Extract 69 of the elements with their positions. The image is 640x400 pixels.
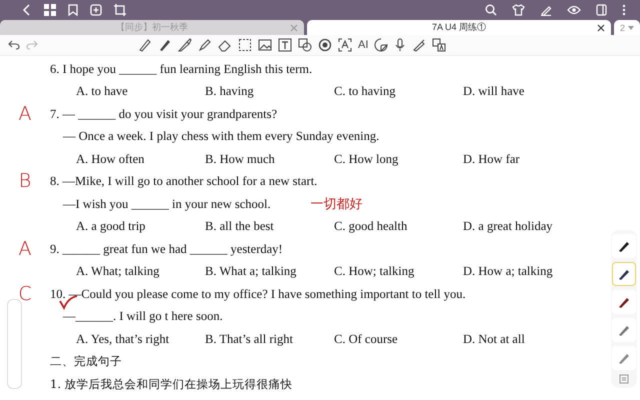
pencil-icon[interactable] [158,38,172,52]
answer-option: D. a great holiday [463,219,592,234]
handwritten-answer: B [18,172,32,192]
answer-option: B. That’s all right [205,332,334,347]
answer-option: C. to having [334,84,463,100]
answer-option: D. Not at all [463,332,592,347]
answer-option: A. How often [76,152,205,167]
sticker-icon[interactable] [374,38,388,52]
answer-option: A. a good trip [76,219,205,234]
image-icon[interactable] [258,38,272,52]
text-box-icon[interactable] [278,38,292,52]
bookmark-icon[interactable] [68,4,78,16]
handwritten-answer: A [18,104,32,124]
answer-option: A. What; talking [76,264,205,280]
fountain-pen-icon[interactable] [138,38,152,52]
answer-option: B. How much [205,152,334,167]
search-icon[interactable] [485,4,497,16]
answer-option: D. How a; talking [463,264,592,280]
answer-option: A. Yes, that’s right [76,332,205,347]
question-text: —______. I will go t here soon. [62,309,223,324]
answer-option: C. good health [334,219,463,234]
handwritten-answer: A [18,240,32,259]
answer-option: B. What a; talking [205,264,334,280]
pen-preset[interactable] [612,262,636,286]
answer-option: B. all the best [205,219,334,234]
ai-tool-button[interactable]: AI [358,39,368,51]
highlighter-icon[interactable] [198,38,212,52]
page-icon[interactable] [619,374,629,384]
question-text: 9. ______ great fun we had ______ yesterday! [50,242,283,257]
lasso-select-icon[interactable] [238,38,252,52]
section-heading: 二、完成句子 [50,354,122,370]
question-text: 8. —Mike, I will go to another school for a new start. [50,174,318,190]
pen-preset[interactable] [612,290,636,314]
question-text: 10. —Could you please come to my office? I have something important to tell you. [50,286,466,302]
shapes-icon[interactable] [298,38,312,52]
brush-pen-icon[interactable] [178,38,192,52]
pen-icon[interactable] [540,4,552,16]
answer-option: B. having [205,84,334,100]
answer-option: C. How; talking [334,264,463,280]
stamp-icon[interactable] [318,38,332,52]
handwritten-note: 一切都好 [310,196,363,214]
answer-option: D. How far [463,152,592,167]
pen-preset[interactable] [612,234,636,258]
microphone-icon[interactable] [394,38,406,52]
close-icon[interactable] [597,24,605,32]
answer-option: D. will have [463,84,592,100]
answer-option: C. How long [334,152,463,167]
notebook-icon[interactable] [596,4,607,16]
answer-option: A. to have [76,84,205,100]
caret-icon [628,26,634,30]
eye-icon[interactable] [567,5,581,15]
grid-icon[interactable] [44,4,56,16]
translate-icon[interactable] [432,38,446,52]
question-text: 7. — ______ do you visit your grandparents? [50,106,278,122]
back-icon[interactable] [22,4,32,16]
question-text: 1. 放学后我总会和同学们在操场上玩得很痛快 [50,376,293,392]
text-recognition-icon[interactable] [338,38,352,52]
question-text: — Once a week. I play chess with them every Sunday evening. [62,129,380,144]
answer-option: C. Of course [334,332,463,347]
add-page-icon[interactable] [90,4,102,16]
more-icon[interactable] [622,4,626,16]
question-text: —I wish you ______ in your new school. [62,196,271,212]
question-text: 6. I hope you ______ fun learning English this term. [50,62,312,77]
eraser-icon[interactable] [218,38,232,52]
document-tab[interactable]: 7A U4 周练① [307,20,611,35]
handwritten-answer: C [18,284,32,304]
undo-icon[interactable] [8,40,20,50]
shirt-icon[interactable] [512,4,525,16]
crop-icon[interactable] [114,4,126,16]
